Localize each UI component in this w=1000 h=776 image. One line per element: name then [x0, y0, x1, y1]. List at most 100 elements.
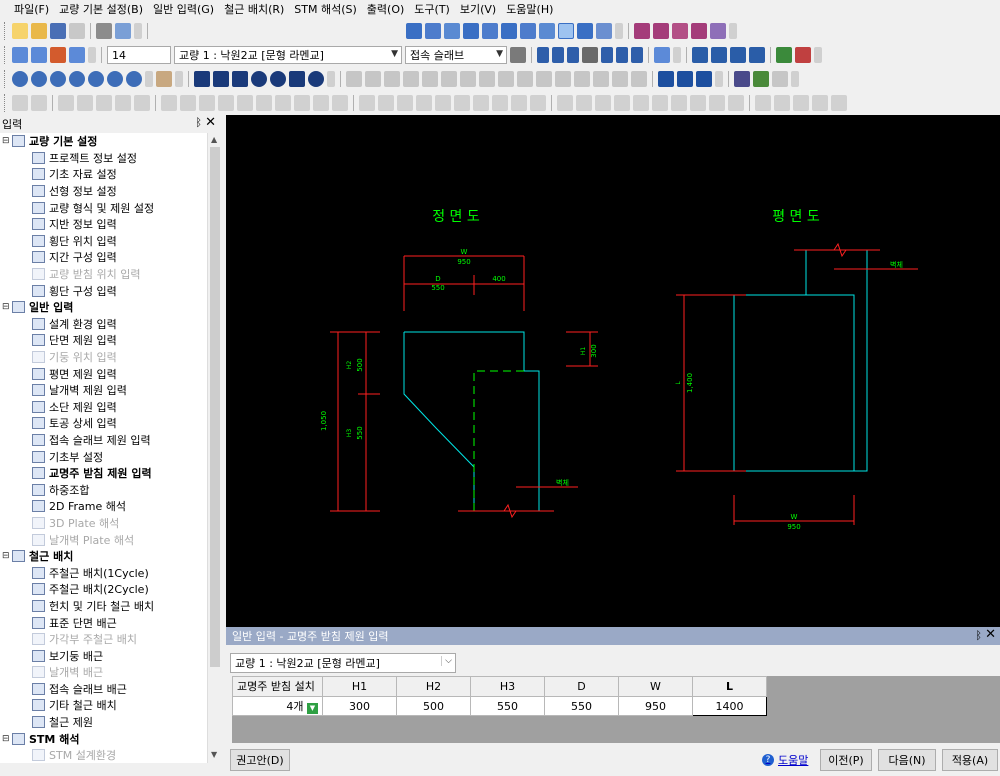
cross-icon[interactable] [232, 71, 248, 87]
input-bearing-icon[interactable] [558, 23, 574, 39]
recommend-button[interactable]: 권고안(D) [230, 749, 290, 771]
pin-icon[interactable]: ᛒ [975, 629, 982, 642]
rebar-standard-icon[interactable] [691, 23, 707, 39]
tree-item[interactable]: 헌치 및 기타 철근 배치 [0, 598, 207, 615]
list-icon[interactable] [696, 71, 712, 87]
bridge-combo[interactable]: 교량 1 : 낙원2교 [문형 라멘교] ▼ [174, 46, 402, 64]
tree-item[interactable]: 표준 단면 배근 [0, 614, 207, 631]
menu-file[interactable]: 파일(F) [14, 1, 49, 17]
bridge-select[interactable]: 교량 1 : 낙원2교 [문형 라멘교] ⌵ [230, 653, 456, 673]
dropdown-arrow-icon[interactable] [814, 47, 822, 63]
zoom-all-icon[interactable] [31, 71, 47, 87]
open-file-icon[interactable] [31, 23, 47, 39]
tree-item[interactable]: 보기둥 배근 [0, 647, 207, 664]
collapse-icon[interactable]: ⊟ [2, 302, 12, 312]
save-icon[interactable] [50, 23, 66, 39]
tree-item[interactable]: 교량 받침 위치 입력 [0, 266, 207, 283]
tree-item[interactable]: 단면 제원 입력 [0, 332, 207, 349]
l-cell[interactable]: 1400 [692, 695, 767, 717]
export-icon[interactable] [753, 71, 769, 87]
tree-item[interactable]: 기둥 위치 입력 [0, 349, 207, 366]
tree-item[interactable]: 주철근 배치(1Cycle) [0, 564, 207, 581]
hexagon-icon[interactable] [289, 71, 305, 87]
tree-item[interactable]: 교명주 받침 제원 입력 [0, 465, 207, 482]
dropdown-arrow-icon[interactable] [145, 71, 153, 87]
load-combination-icon[interactable] [577, 23, 593, 39]
zoom-extent-icon[interactable] [50, 71, 66, 87]
next-page-icon[interactable] [616, 47, 628, 63]
tree-item[interactable]: 교량 형식 및 제원 설정 [0, 199, 207, 216]
dropdown-arrow-icon[interactable] [791, 71, 799, 87]
frame-analysis-icon[interactable] [596, 23, 612, 39]
scroll-thumb[interactable] [210, 147, 220, 667]
close-icon[interactable]: ✕ [985, 627, 996, 642]
dimension-icon[interactable] [711, 47, 727, 63]
menu-help[interactable]: 도움말(H) [506, 1, 553, 17]
tree-item[interactable]: 접속 슬래브 제원 입력 [0, 432, 207, 449]
circle-center-icon[interactable] [270, 71, 286, 87]
scroll-down-icon[interactable]: ▼ [211, 750, 217, 759]
polyline-icon[interactable] [213, 71, 229, 87]
prev-button[interactable]: 이전(P) [820, 749, 872, 771]
tree-item[interactable]: 횡단 위치 입력 [0, 233, 207, 250]
dropdown-arrow-icon[interactable] [175, 71, 183, 87]
tree-item[interactable]: 접속 슬래브 배근 [0, 681, 207, 698]
input-section-icon[interactable] [444, 23, 460, 39]
collapse-icon[interactable]: ⊟ [2, 551, 12, 561]
rebar-hunch-icon[interactable] [672, 23, 688, 39]
first-icon[interactable] [537, 47, 549, 63]
zoom-realtime-icon[interactable] [126, 71, 142, 87]
input-approach-slab-icon[interactable] [520, 23, 536, 39]
report-icon[interactable] [734, 71, 750, 87]
new-file-icon[interactable] [12, 23, 28, 39]
input-berm-icon[interactable] [482, 23, 498, 39]
dropdown-arrow-icon[interactable] [327, 71, 335, 87]
dropdown-arrow-icon[interactable] [615, 23, 623, 39]
last-icon[interactable] [631, 47, 643, 63]
input-footing-icon[interactable] [539, 23, 555, 39]
table-icon[interactable] [658, 71, 674, 87]
count-cell[interactable]: 4개 ▼ [232, 695, 323, 717]
next-icon[interactable] [601, 47, 613, 63]
menu-stm[interactable]: STM 해석(S) [294, 1, 357, 17]
prev-icon[interactable] [567, 47, 579, 63]
tree-item[interactable]: 기초 자료 설정 [0, 166, 207, 183]
input-earthwork-icon[interactable] [501, 23, 517, 39]
tree-item[interactable]: 프로젝트 정보 설정 [0, 150, 207, 167]
collapse-icon[interactable]: ⊟ [2, 734, 12, 744]
tree-item[interactable]: 기타 철근 배치 [0, 697, 207, 714]
width-icon[interactable] [749, 47, 765, 63]
dropdown-arrow-icon[interactable] [88, 47, 96, 63]
menu-bridge-basic[interactable]: 교량 기본 설정(B) [59, 1, 143, 17]
point-icon[interactable] [308, 71, 324, 87]
zoom-in-icon[interactable] [69, 71, 85, 87]
tree-item[interactable]: 철근 제원 [0, 714, 207, 731]
collapse-icon[interactable]: ⊟ [2, 136, 12, 146]
menu-output[interactable]: 출력(O) [367, 1, 404, 17]
view-window-icon[interactable] [69, 47, 85, 63]
view-drawing-icon[interactable] [12, 47, 28, 63]
apply-button[interactable]: 적용(A) [942, 749, 998, 771]
zoom-fit-icon[interactable] [510, 47, 526, 63]
close-icon[interactable]: ✕ [205, 115, 216, 130]
tree-item[interactable]: 하중조합 [0, 481, 207, 498]
tree-group[interactable]: ⊟ 교량 기본 설정 [0, 133, 207, 150]
tree-group[interactable]: ⊟ STM 해석 [0, 730, 207, 747]
layers-stack-icon[interactable] [692, 47, 708, 63]
tree-item[interactable]: 지반 정보 입력 [0, 216, 207, 233]
item-combo[interactable]: 접속 슬래브 ▼ [405, 46, 507, 64]
tree-item[interactable]: 날개벽 배근 [0, 664, 207, 681]
next-button[interactable]: 다음(N) [878, 749, 936, 771]
scale-combo[interactable]: 14 [107, 46, 171, 64]
tree-item[interactable]: 주철근 배치(2Cycle) [0, 581, 207, 598]
tree-item[interactable]: 선형 정보 설정 [0, 183, 207, 200]
tree-item[interactable]: 토공 상세 입력 [0, 415, 207, 432]
input-general-icon[interactable] [425, 23, 441, 39]
tree-icon[interactable] [776, 47, 792, 63]
drawing-canvas[interactable]: 정 면 도 평 면 도 W 950 D 550 400 1,050 H2 500 [226, 115, 1000, 627]
rebar-column-icon[interactable] [710, 23, 726, 39]
dropdown-arrow-icon[interactable] [715, 71, 723, 87]
shapes-icon[interactable] [795, 47, 811, 63]
dropdown-arrow-icon[interactable] [673, 47, 681, 63]
view-report-icon[interactable] [50, 47, 66, 63]
